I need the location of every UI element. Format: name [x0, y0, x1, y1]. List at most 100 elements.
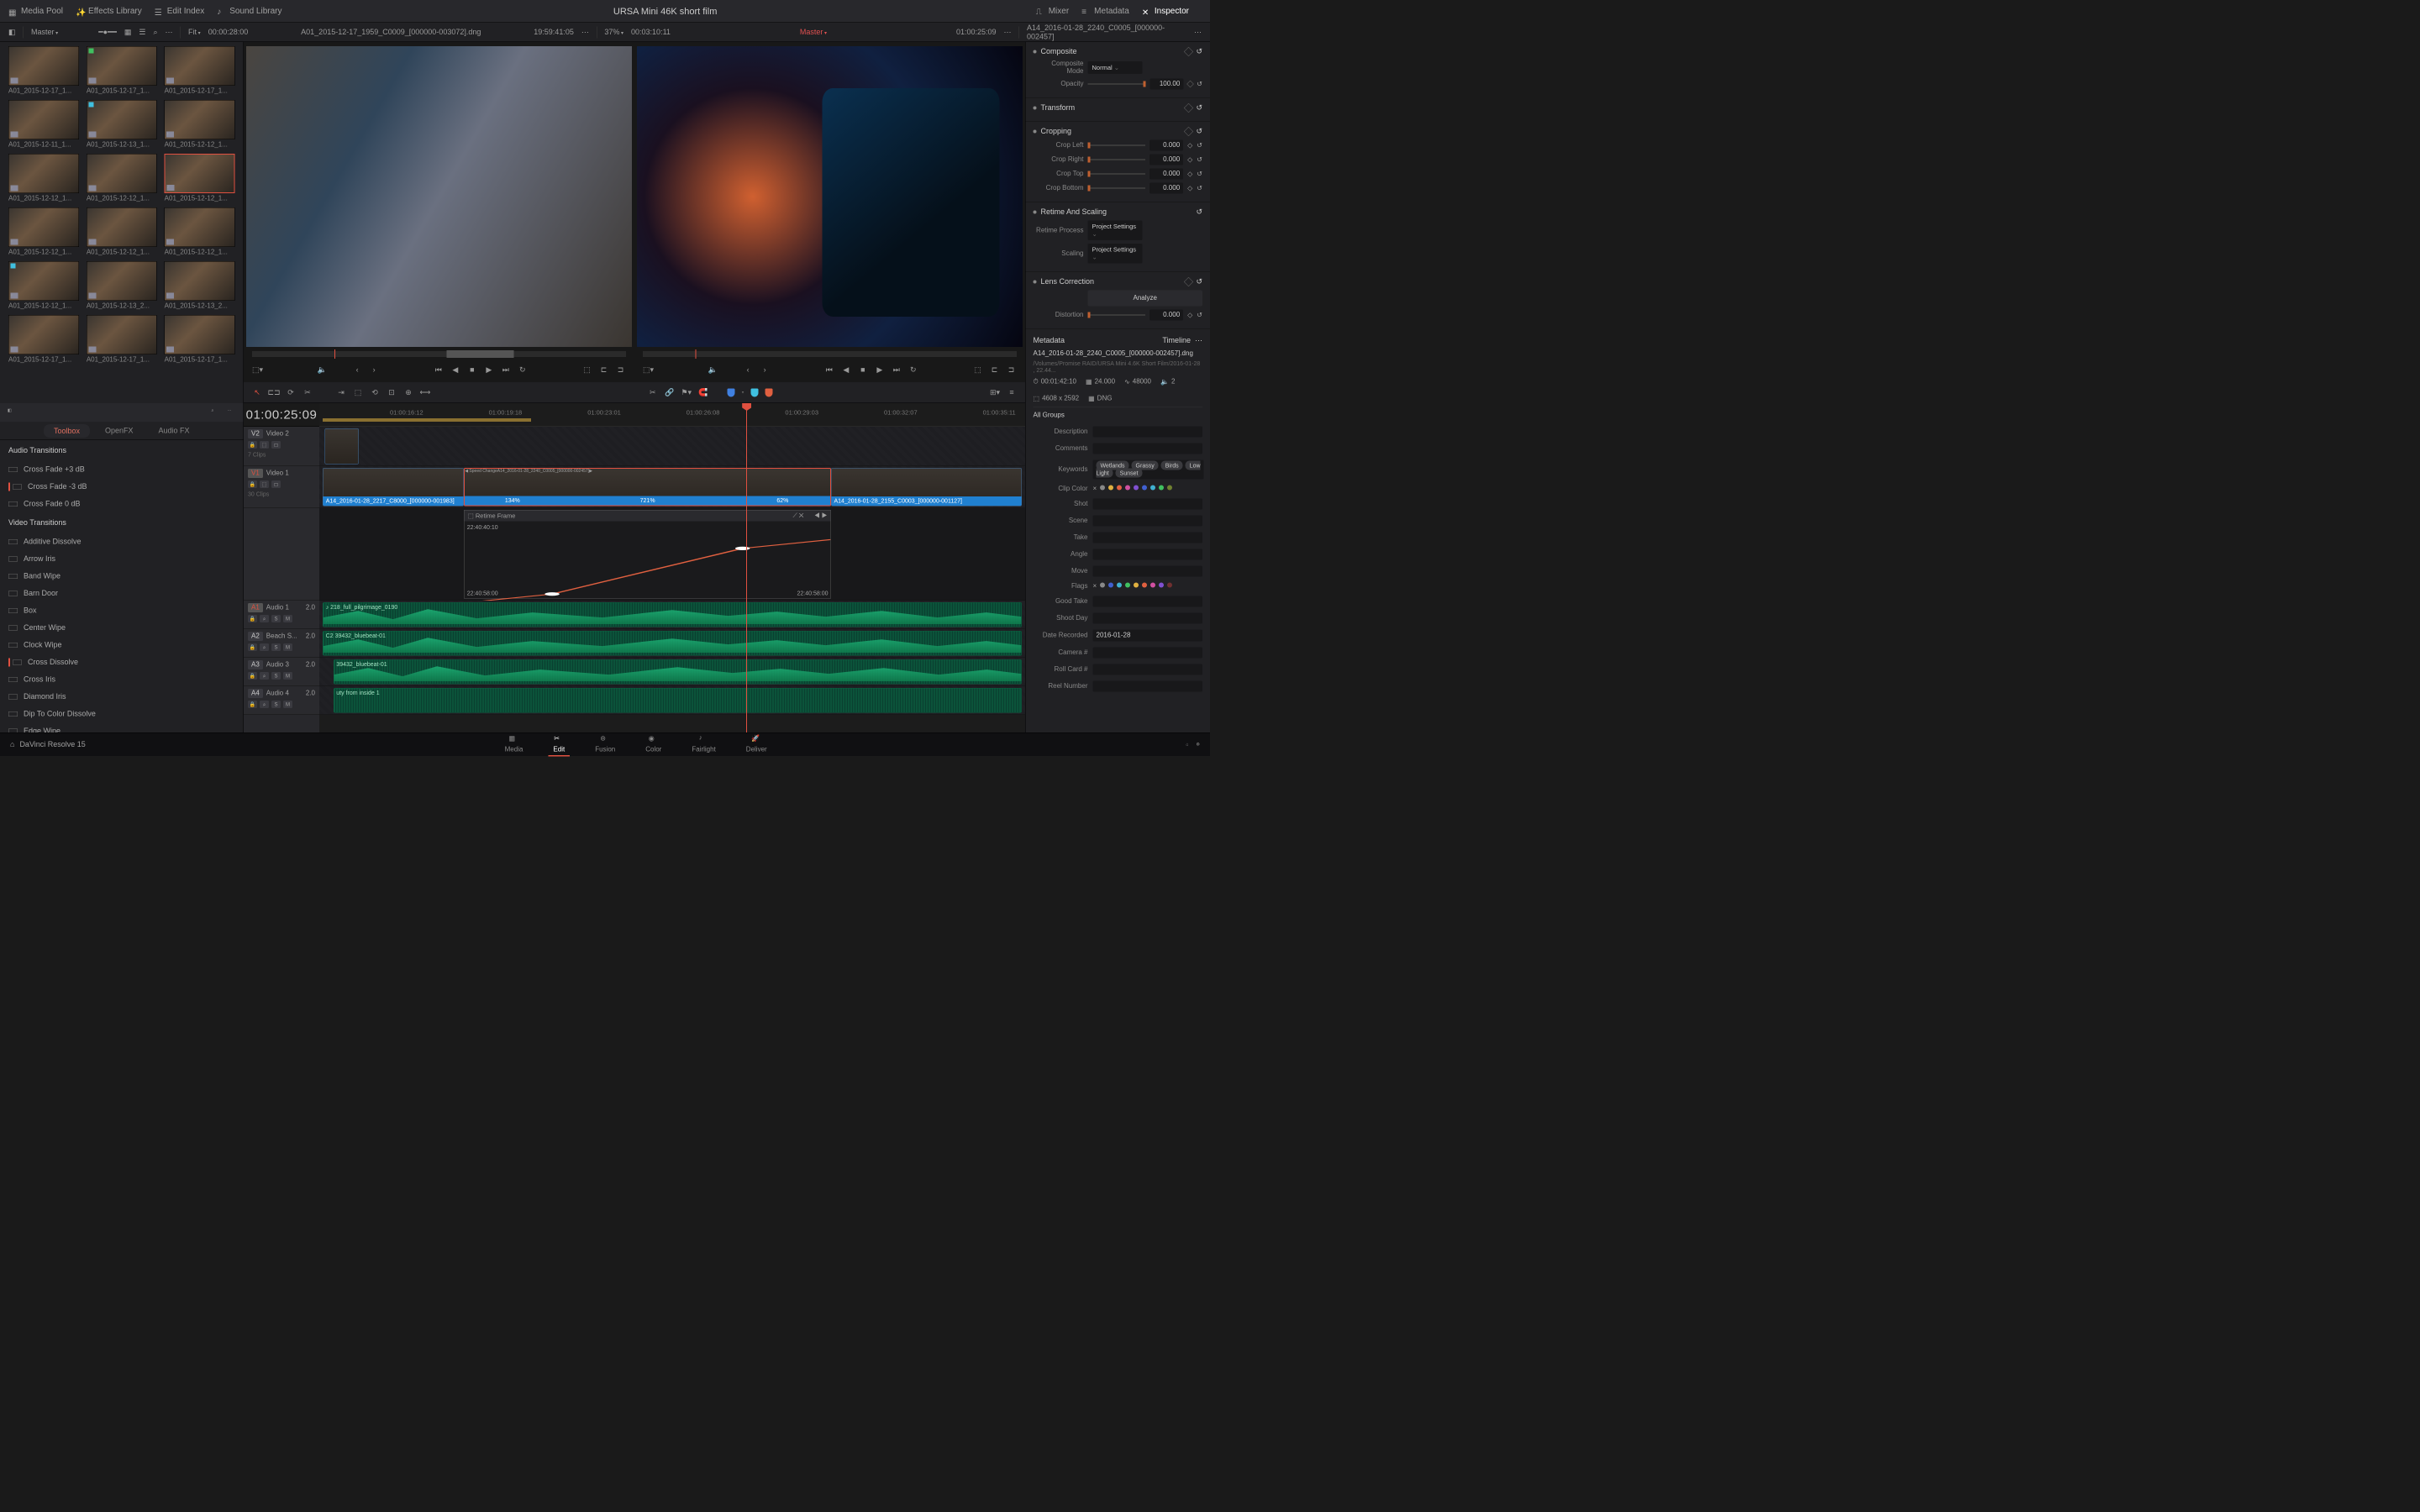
tool-fit-icon[interactable]: ⊡: [387, 387, 397, 397]
tl-mixer-icon[interactable]: ≡: [1007, 387, 1017, 397]
src-clipname[interactable]: A01_2015-12-17_1959_C0009_[000000-003072…: [255, 28, 526, 37]
source-jog[interactable]: [252, 351, 626, 357]
keyframe-icon[interactable]: [1186, 81, 1193, 87]
distortion-slider[interactable]: [1088, 314, 1146, 316]
meta-input[interactable]: [1093, 613, 1203, 624]
tool-dynamic-icon[interactable]: ⟳: [286, 387, 296, 397]
slider-icon[interactable]: ━●━━: [98, 28, 117, 37]
tool-replace-icon[interactable]: ⟲: [370, 387, 380, 397]
track-header-v1[interactable]: V1Video 1 🔒⬚◻ 30 Clips: [244, 466, 319, 508]
sidebar-toggle-icon[interactable]: ◧: [8, 28, 16, 37]
meta-input[interactable]: [1093, 499, 1203, 510]
tool-link-icon[interactable]: 🔗: [665, 387, 675, 397]
inspector-toggle[interactable]: ✕Inspector: [1142, 7, 1189, 17]
page-media[interactable]: ▦Media: [500, 732, 529, 757]
fx-item[interactable]: Cross Dissolve: [0, 654, 244, 671]
meta-input[interactable]: [1093, 681, 1203, 692]
clip-a3[interactable]: 39432_bluebeat-01: [334, 659, 1022, 685]
fx-tab-audiofx[interactable]: Audio FX: [146, 422, 203, 440]
auto-select-icon[interactable]: ⬚: [260, 441, 269, 449]
fx-item[interactable]: Barn Door: [0, 585, 244, 602]
rec-out-icon[interactable]: ⊐: [1006, 365, 1017, 375]
page-fusion[interactable]: ⊚Fusion: [590, 732, 620, 757]
opacity-slider[interactable]: [1088, 83, 1146, 85]
rec-prev-icon[interactable]: ◀: [840, 365, 851, 375]
clip-a1[interactable]: ♪ 218_full_pilgrimage_0190: [323, 602, 1022, 627]
record-jog[interactable]: [643, 351, 1017, 357]
pool-clip[interactable]: ♪A01_2015-12-17_1...: [8, 315, 79, 364]
fx-item[interactable]: Cross Fade +3 dB: [0, 461, 244, 479]
fx-item[interactable]: Box: [0, 602, 244, 620]
edit-index-toggle[interactable]: ☰Edit Index: [155, 7, 204, 17]
crop-bot-slider[interactable]: [1088, 187, 1146, 189]
list-view-icon[interactable]: ☰: [139, 28, 145, 37]
effects-library-toggle[interactable]: ✨Effects Library: [76, 7, 142, 17]
tool-trim-icon[interactable]: ⊏⊐: [269, 387, 279, 397]
src-next-mark-icon[interactable]: ›: [369, 365, 380, 375]
pool-clip[interactable]: ♪A01_2015-12-12_1...: [165, 154, 235, 202]
tool-blade-icon[interactable]: ✂: [302, 387, 313, 397]
fx-item[interactable]: Band Wipe: [0, 568, 244, 585]
pool-clip[interactable]: ♪A01_2015-12-12_1...: [165, 100, 235, 149]
composite-mode-select[interactable]: Normal: [1088, 61, 1143, 74]
rec-mode-icon[interactable]: ⬚▾: [643, 365, 654, 375]
fx-item[interactable]: Edge Wipe: [0, 722, 244, 732]
sound-library-toggle[interactable]: ♪Sound Library: [217, 7, 281, 17]
tl-view-opts-icon[interactable]: ⊞▾: [990, 387, 1000, 397]
crop-top-slider[interactable]: [1088, 173, 1146, 175]
rec-in-icon[interactable]: ⊏: [989, 365, 1000, 375]
fx-item[interactable]: Cross Fade -3 dB: [0, 478, 244, 496]
pool-clip[interactable]: ♪A01_2015-12-12_1...: [87, 154, 157, 202]
pool-clip[interactable]: ♪A01_2015-12-17_1...: [87, 46, 157, 95]
src-stop-icon[interactable]: ■: [466, 365, 477, 375]
fx-tab-toolbox[interactable]: Toolbox: [44, 424, 90, 438]
meta-input[interactable]: 2016-01-28: [1093, 630, 1203, 642]
rec-zoom[interactable]: 37%: [604, 28, 623, 37]
src-last-icon[interactable]: ⏭: [500, 365, 511, 375]
playhead[interactable]: [746, 403, 747, 732]
reset-icon[interactable]: ↺: [1196, 47, 1202, 56]
rec-first-icon[interactable]: ⏮: [823, 365, 834, 375]
rec-loop-icon[interactable]: ↻: [908, 365, 918, 375]
search-icon[interactable]: ⌕: [153, 28, 157, 37]
rec-bin[interactable]: Master: [678, 28, 949, 37]
pool-clip[interactable]: ♪A01_2015-12-12_1...: [8, 207, 79, 256]
fx-item[interactable]: Arrow Iris: [0, 550, 244, 568]
rec-match-icon[interactable]: ⬚: [972, 365, 983, 375]
fx-item[interactable]: Clock Wipe: [0, 637, 244, 654]
record-image[interactable]: [637, 46, 1023, 347]
tool-overwrite-icon[interactable]: ⬚: [353, 387, 363, 397]
fx-menu-icon[interactable]: ⋯: [228, 408, 236, 417]
lock-icon[interactable]: 🔒: [248, 441, 257, 449]
project-settings-icon[interactable]: ⚙: [1197, 743, 1200, 748]
pool-clip[interactable]: ♪A01_2015-12-13_1...: [87, 100, 157, 149]
insp-menu-icon[interactable]: ⋯: [1194, 28, 1202, 37]
fx-item[interactable]: Cross Iris: [0, 671, 244, 689]
rec-mute-icon[interactable]: 🔈: [708, 365, 718, 375]
tool-ripple-icon[interactable]: ⟷: [420, 387, 430, 397]
crop-right-slider[interactable]: [1088, 159, 1146, 160]
fx-item[interactable]: Dip To Color Dissolve: [0, 706, 244, 723]
fx-expand-icon[interactable]: ◧: [8, 408, 16, 417]
src-mode-icon[interactable]: ⬚▾: [252, 365, 263, 375]
track-header-a2[interactable]: A2Beach S...2.0 🔒⌕SM: [244, 629, 319, 658]
page-edit[interactable]: ✂Edit: [548, 732, 570, 757]
timeline-ruler[interactable]: 01:00:16:1201:00:19:1801:00:23:0101:00:2…: [319, 403, 1025, 427]
src-in-icon[interactable]: ⊏: [598, 365, 609, 375]
crop-left-slider[interactable]: [1088, 144, 1146, 146]
tool-insert-icon[interactable]: ⇥: [336, 387, 346, 397]
disable-icon[interactable]: ◻: [271, 441, 281, 449]
tool-flag-icon[interactable]: ⚑▾: [681, 387, 692, 397]
retime-process-select[interactable]: Project Settings: [1088, 221, 1143, 241]
pool-clip[interactable]: ♪A01_2015-12-13_2...: [87, 261, 157, 310]
meta-input[interactable]: [1093, 566, 1203, 577]
marker-cyan[interactable]: [750, 388, 758, 396]
meta-input[interactable]: [1093, 648, 1203, 659]
src-play-icon[interactable]: ▶: [483, 365, 494, 375]
clip-v2[interactable]: [325, 428, 359, 465]
page-color[interactable]: ◉Color: [640, 732, 666, 757]
bin-dropdown[interactable]: Master: [31, 28, 58, 37]
pool-clip[interactable]: ♪A01_2015-12-13_2...: [165, 261, 235, 310]
src-out-icon[interactable]: ⊐: [615, 365, 626, 375]
home-icon[interactable]: ⌂: [10, 740, 14, 749]
